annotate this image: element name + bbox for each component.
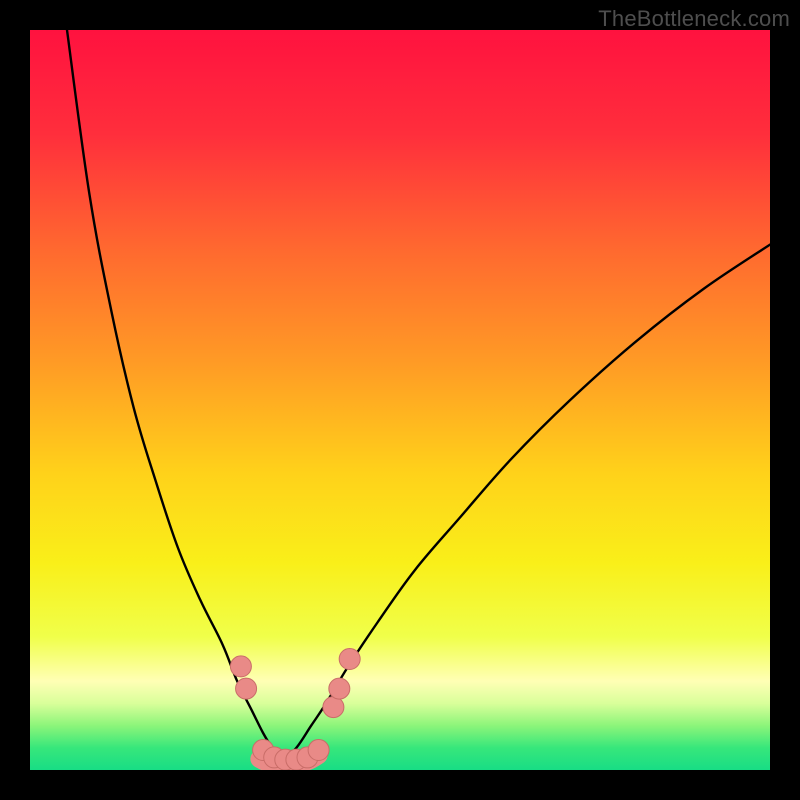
data-marker xyxy=(308,740,329,761)
chart-frame: TheBottleneck.com xyxy=(0,0,800,800)
curve-right-branch xyxy=(282,245,770,763)
curve-layer xyxy=(30,30,770,770)
watermark-text: TheBottleneck.com xyxy=(598,6,790,32)
data-marker xyxy=(329,678,350,699)
data-marker xyxy=(230,656,251,677)
plot-area xyxy=(30,30,770,770)
data-marker xyxy=(339,649,360,670)
data-marker xyxy=(323,697,344,718)
data-marker xyxy=(236,678,257,699)
marker-group xyxy=(230,649,360,771)
curve-left-branch xyxy=(67,30,282,763)
